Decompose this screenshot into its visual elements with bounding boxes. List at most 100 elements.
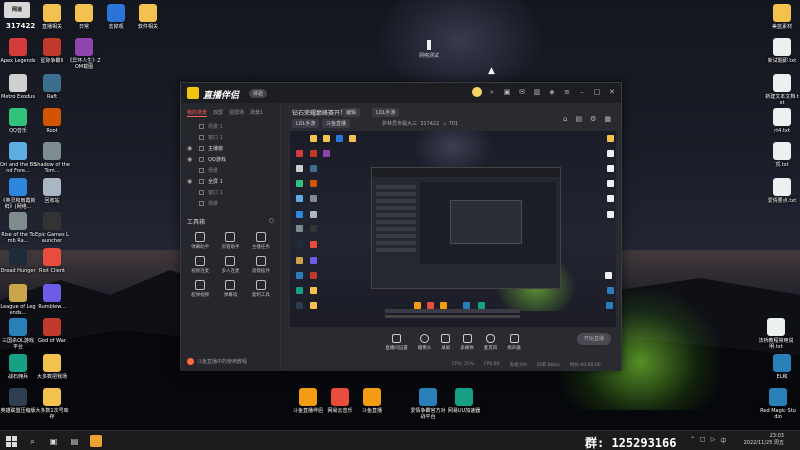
maximize-icon[interactable]: □ [592,87,602,97]
room-title[interactable]: 钻石荣耀巅峰赛开黑 [292,108,346,117]
source-item[interactable]: 窗口 1 [181,187,280,198]
desktop-center-icon[interactable]: 网络测试 [418,40,440,59]
start-stream-button[interactable]: 开始直播 [577,333,611,345]
source-item[interactable]: 场景 [181,198,280,209]
volume-icon[interactable]: ▷ [711,436,716,445]
desktop-icon-dadou[interactable]: 大多数把我场 [34,354,70,380]
desktop-icon-rumble[interactable]: Rumblew... [34,284,70,310]
app-titlebar[interactable]: 直播伴侣 体验 ⌕ ▣ ✉ ▥ ◈ ≡ – □ ✕ [181,83,621,103]
version-badge[interactable]: 体验 [249,89,268,98]
room-title-edit[interactable]: 编辑 [342,108,361,117]
desktop-icon-star[interactable]: 星际争霸II [34,38,70,64]
mail-icon[interactable]: ✉ [517,87,527,97]
desktop-icon-r-top[interactable]: 美蓝素材 [764,4,800,30]
stream-preview[interactable] [290,131,616,327]
gift-icon[interactable]: ▣ [502,87,512,97]
tab-my-scene[interactable]: 我的场景 [187,109,208,117]
tool-button[interactable]: 弹幕墙 [215,280,245,298]
desktop-icon-top-3[interactable]: 去掉观 [98,4,134,30]
desktop-icon-qq[interactable]: QQ音乐 [0,108,36,134]
tool-button[interactable]: 复制工具 [246,280,276,298]
chart-icon[interactable]: ▥ [532,87,542,97]
source-item[interactable]: ◉ 主播窗 [181,143,280,154]
avatar[interactable] [472,87,482,97]
desktop-icon-sanguo[interactable]: 三国杀OL游戏平台 [0,318,36,350]
toolbox-expand-icon[interactable]: ○ [269,217,274,226]
desktop-icon-root[interactable]: Root [34,108,70,134]
desktop-icon-r-2[interactable]: 新建文本文档.txt [764,74,800,106]
windows-start-icon[interactable] [6,435,17,447]
desktop-icon-r-6[interactable]: 法桥教程常用说明.txt [758,318,794,350]
desktop-icon-zhanji[interactable]: 战石佣兵 [0,354,36,380]
lock-icon[interactable]: ▤ [575,115,582,123]
source-item[interactable]: 场景 [181,165,280,176]
desktop-icon-rise[interactable]: Rise of the Tomb Ra... [0,212,36,244]
source-item[interactable]: ◉ QQ游戏 [181,154,280,165]
record-button[interactable]: 录屏 [441,333,451,351]
multimedia-button[interactable]: 多媒体 [460,333,474,351]
category-tag-b[interactable]: 斗鱼直播 [322,119,351,128]
tab-scene-1[interactable]: 场景1 [250,109,263,117]
eye-icon[interactable]: ◉ [187,156,195,163]
desktop-icon-b-3[interactable]: 斗鱼直播 [354,388,390,414]
speaker-button[interactable]: 扬声器 [507,333,521,351]
desktop-icon-recycle[interactable]: 回收站 [34,178,70,204]
desktop-icon-shadow[interactable]: Shadow of the Tom... [34,142,70,174]
close-icon[interactable]: ✕ [607,87,617,97]
desktop-icon-top-4[interactable]: 软件相关 [130,4,166,30]
desktop-icon-redmagic[interactable]: Red Magic Studio [760,388,796,420]
tab-vertical[interactable]: 竖屏场 [229,109,244,117]
layout-icon[interactable]: ▦ [604,115,611,123]
camera-button[interactable]: 摄像头 [418,333,431,351]
desktop-icon-metro[interactable]: Metro Exodus [0,74,36,100]
desktop-icon-r-7[interactable]: EL和 [764,354,800,380]
headset-icon[interactable]: ⌕ [487,87,497,97]
desktop-icon-raft[interactable]: Raft [34,74,70,100]
desktop-icon-ori[interactable]: Ori and the Blind Fore... [0,142,36,174]
taskbar-clock[interactable]: 23:03 2022/11/25 周五 [744,433,784,447]
task-view-icon[interactable]: ▣ [48,436,59,447]
network-icon[interactable]: □ [700,436,706,445]
tool-button[interactable]: 多人连麦 [215,256,245,274]
tool-button[interactable]: 弹幕助手 [185,232,215,250]
source-item[interactable]: 窗口 1 [181,132,280,143]
desktop-icon-b-1[interactable]: 斗鱼直播伴侣 [290,388,326,414]
ime-icon[interactable]: 中 [720,436,726,445]
microphone-button[interactable]: 麦克风 [484,333,497,351]
desktop-icon-lol[interactable]: League of Legends... [0,284,36,316]
desktop-icon-top-2[interactable]: 日常 [66,4,102,30]
desktop-icon-r-4[interactable]: 顶.txt [764,142,800,168]
desktop-icon-r-5[interactable]: 爱情要点.txt [764,178,800,204]
desktop-icon-r-3[interactable]: rt4.txt [764,108,800,134]
search-icon[interactable]: ⌕ [27,436,38,447]
desktop-icon-top-1[interactable]: 直播相关 [34,4,70,30]
desktop-icon-apex[interactable]: Apex Legends [0,38,36,64]
menu-icon[interactable]: ≡ [562,87,572,97]
settings-icon[interactable]: ⚙ [590,115,596,123]
tool-button[interactable]: 主播任务 [246,232,276,250]
tab-dual-screen[interactable]: 双屏 [213,109,223,117]
desktop-icon-b-4[interactable]: 爱情争霸官方对战平台 [410,388,446,420]
tool-button[interactable]: 超弹视频 [185,280,215,298]
tool-button[interactable]: 房管助手 [215,232,245,250]
eye-icon[interactable]: ◉ [187,145,195,152]
source-item[interactable]: 场景 1 [181,121,280,132]
chevron-up-icon[interactable]: ⌃ [690,436,695,445]
source-item[interactable]: ◉ 全屏 1 [181,176,280,187]
desktop-icon-iqiyi[interactable]: 《异环人生》ZOM载图 [66,38,102,70]
room-settings-button[interactable]: 直播间设置 [385,333,408,351]
category-tag-a[interactable]: LOL手游 [292,119,320,128]
taskbar-app-icon[interactable] [90,435,102,447]
tutorial-link[interactable]: 斗鱼直播中的使用教程 [187,358,247,365]
game-tag[interactable]: LOL手游 [372,108,400,117]
desktop-icon-b-5[interactable]: 网易UU加速器 [446,388,482,414]
tool-button[interactable]: 滤镜插件 [246,256,276,274]
desktop-icon-dread[interactable]: Dread Hunger [0,248,36,274]
desktop-icon-b-2[interactable]: 网易云音乐 [322,388,358,414]
desktop-icon-epic[interactable]: Epic Games Launcher [34,212,70,244]
desktop-icon-hero[interactable]: 《英灵和雨霞新鲜》(网络... [0,178,36,210]
desktop-icon-riot[interactable]: Riot Client [34,248,70,274]
desktop-icon-gow[interactable]: God of War [34,318,70,344]
explorer-icon[interactable]: ▤ [69,436,80,447]
skin-icon[interactable]: ◈ [547,87,557,97]
